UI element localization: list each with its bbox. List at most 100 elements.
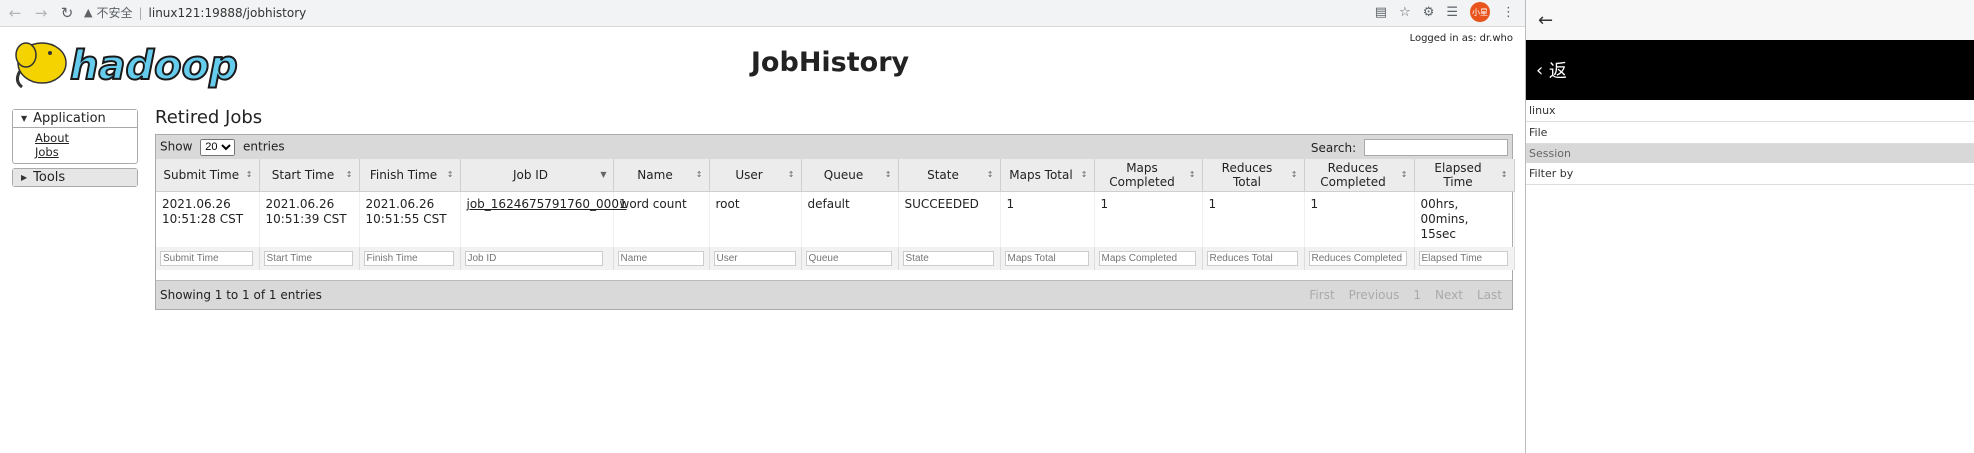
filter-cell [1000, 247, 1095, 270]
star-icon[interactable]: ☆ [1399, 5, 1411, 20]
column-header[interactable]: Finish Time ↕ [359, 159, 461, 192]
column-header[interactable]: Elapsed Time ↕ [1414, 159, 1515, 192]
tools-accordion: ▶ Tools [12, 168, 138, 187]
filter-cell [898, 247, 1001, 270]
column-header[interactable]: Reduces Total ↕ [1202, 159, 1305, 192]
side-window: ← ‹ 返 linux File Session Filter by [1525, 0, 1974, 453]
column-filter-input[interactable] [1418, 251, 1509, 266]
column-header[interactable]: User ↕ [709, 159, 802, 192]
jobs-table: Submit Time ↕ Start Time ↕ Finish Time ↕ Job I… [156, 159, 1515, 270]
column-header[interactable]: Reduces Completed ↕ [1304, 159, 1415, 192]
column-header-label: Job ID [512, 168, 549, 182]
sort-icon: ↕ [884, 170, 892, 179]
svg-text:hadoop: hadoop [70, 43, 238, 89]
column-filter-input[interactable] [160, 251, 253, 266]
column-filter-input[interactable] [1098, 251, 1196, 266]
column-header[interactable]: Name ↕ [613, 159, 710, 192]
column-header-label: Maps Total [1009, 168, 1073, 182]
pager-button[interactable]: First [1309, 288, 1334, 302]
column-filter-input[interactable] [805, 251, 893, 266]
table-footer: Showing 1 to 1 of 1 entries First Previou… [156, 280, 1512, 309]
pager-button[interactable]: Previous [1349, 288, 1400, 302]
side-item[interactable]: Filter by [1526, 163, 1974, 185]
sort-icon: ↕ [1400, 170, 1408, 179]
jobhistory-page: Logged in as: dr.who hadoop JobHistory ▼… [0, 27, 1525, 453]
page-size-select[interactable]: 20 [200, 138, 236, 156]
back-icon[interactable]: ← [4, 2, 26, 24]
address-bar[interactable]: ▲ 不安全 | linux121:19888/jobhistory [84, 2, 1424, 23]
about-link[interactable]: About [35, 131, 115, 145]
table-cell: 1 [1202, 191, 1305, 247]
column-header[interactable]: State ↕ [898, 159, 1001, 192]
column-filter-input[interactable] [1308, 251, 1408, 266]
column-header[interactable]: Maps Total ↕ [1000, 159, 1095, 192]
table-cell: 00hrs, 00mins, 15sec [1414, 191, 1515, 247]
column-filter-input[interactable] [263, 251, 354, 266]
column-filter-input[interactable] [713, 251, 796, 266]
reload-icon[interactable]: ↻ [56, 2, 78, 24]
pager-button[interactable]: Next [1435, 288, 1463, 302]
menu-icon[interactable]: ⋮ [1502, 5, 1515, 20]
jobs-link[interactable]: Jobs [35, 145, 115, 159]
application-accordion: ▼ Application About Jobs [12, 109, 138, 164]
application-label: Application [33, 111, 106, 126]
sort-icon: ↕ [1500, 170, 1508, 179]
column-header-label: Start Time [271, 168, 335, 182]
pager-button[interactable]: Last [1477, 288, 1502, 302]
pager-button[interactable]: 1 [1413, 288, 1421, 302]
filter-cell [1414, 247, 1515, 270]
column-header[interactable]: Submit Time ↕ [156, 159, 260, 192]
column-filter-input[interactable] [1004, 251, 1089, 266]
sort-desc-icon: ▼ [600, 170, 607, 179]
column-header-label: Name [637, 168, 673, 182]
column-header[interactable]: Job ID ▼ [460, 159, 614, 192]
search-label: Search: [1310, 140, 1357, 155]
table-cell: 2021.06.26 10:51:55 CST [359, 191, 461, 247]
filter-cell [156, 247, 260, 270]
sort-icon: ↕ [245, 170, 253, 179]
translate-icon[interactable]: ▤ [1375, 5, 1387, 20]
column-header[interactable]: Start Time ↕ [259, 159, 360, 192]
extensions-icon[interactable]: ⚙ [1423, 5, 1435, 20]
sort-icon: ↕ [1080, 170, 1088, 179]
table-cell: SUCCEEDED [898, 191, 1001, 247]
url-text: linux121:19888/jobhistory [148, 5, 307, 20]
security-label: 不安全 [96, 6, 133, 20]
filter-cell [460, 247, 614, 270]
column-header-label: User [735, 168, 763, 182]
side-item[interactable]: linux [1526, 100, 1974, 122]
column-filter-input[interactable] [464, 251, 603, 266]
column-header[interactable]: Maps Completed ↕ [1094, 159, 1203, 192]
column-filter-input[interactable] [902, 251, 995, 266]
tools-header[interactable]: ▶ Tools [13, 169, 137, 186]
column-header[interactable]: Queue ↕ [801, 159, 899, 192]
reading-list-icon[interactable]: ☰ [1446, 5, 1458, 20]
forward-icon[interactable]: → [30, 2, 52, 24]
table-cell: root [709, 191, 802, 247]
application-header[interactable]: ▼ Application [13, 110, 137, 128]
column-filter-input[interactable] [363, 251, 455, 266]
table-cell: 2021.06.26 10:51:28 CST [156, 191, 260, 247]
column-header-label: Reduces Completed [1320, 161, 1386, 189]
column-filter-input[interactable] [1206, 251, 1299, 266]
warning-icon: ▲ [84, 6, 93, 19]
table-row: 2021.06.26 10:51:28 CST 2021.06.26 10:51:… [156, 191, 1515, 247]
side-item[interactable]: File [1526, 122, 1974, 144]
filter-cell [1202, 247, 1305, 270]
tools-label: Tools [33, 170, 66, 185]
search-input[interactable] [1364, 138, 1508, 156]
column-filter-input[interactable] [617, 251, 704, 266]
triangle-down-icon: ▼ [21, 114, 28, 123]
avatar[interactable]: 小星 [1470, 2, 1490, 22]
filter-cell [1304, 247, 1415, 270]
table-cell: 1 [1094, 191, 1203, 247]
side-header: ‹ 返 [1526, 40, 1974, 100]
side-back-icon[interactable]: ← [1526, 0, 1974, 40]
job-id-link[interactable]: job_1624675791760_0001 [467, 197, 627, 211]
hadoop-logo: hadoop [15, 42, 239, 90]
show-label: Show [160, 139, 193, 153]
filter-cell [259, 247, 360, 270]
browser-toolbar: ← → ↻ ▲ 不安全 | linux121:19888/jobhistory … [0, 0, 1525, 27]
sort-icon: ↕ [1188, 170, 1196, 179]
filter-cell [801, 247, 899, 270]
